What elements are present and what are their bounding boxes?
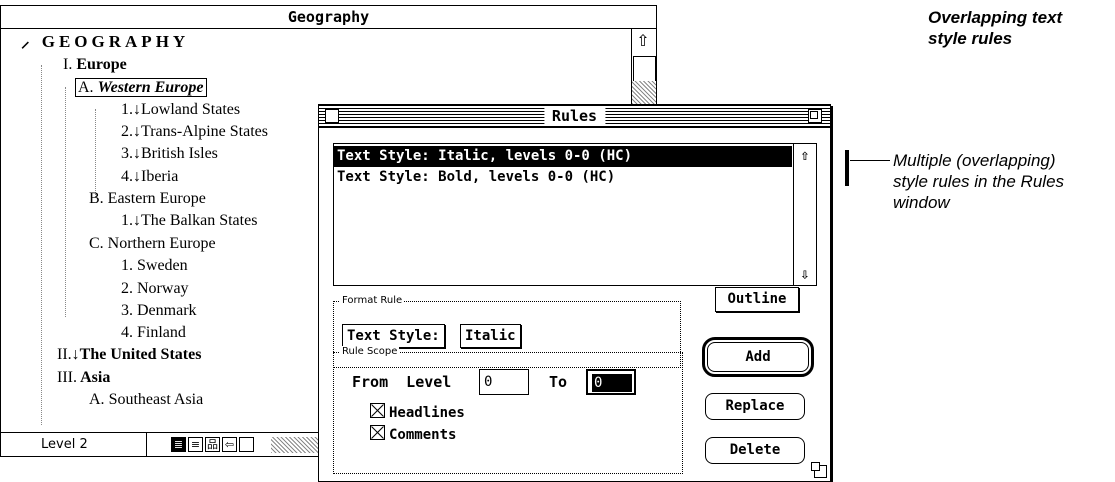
rules-title-bar[interactable]: Rules xyxy=(319,105,830,128)
group-label: Format Rule xyxy=(340,295,405,307)
blank-view-icon[interactable] xyxy=(239,437,254,452)
headlines-checkbox[interactable]: Headlines xyxy=(370,403,465,421)
outline-row[interactable]: 3. Denmark xyxy=(121,300,197,322)
outline-row[interactable]: I. Europe xyxy=(63,54,127,76)
outline-row[interactable]: II.↓The United States xyxy=(57,344,201,366)
outline-row[interactable]: 3.↓British Isles xyxy=(121,143,218,165)
callout-text: Multiple (overlapping) style rules in th… xyxy=(893,151,1065,212)
close-box-icon[interactable] xyxy=(325,109,339,123)
view-mode-icons: ≣ ≡ 品 ⇦ xyxy=(171,437,254,452)
to-label: To xyxy=(549,373,568,391)
style-value-popup[interactable]: Italic xyxy=(460,324,521,348)
checkbox-checked-icon[interactable] xyxy=(370,403,385,418)
document-view-icon[interactable]: ≡ xyxy=(188,437,203,452)
rules-window: Rules Text Style: Italic, levels 0-0 (HC… xyxy=(318,104,831,482)
outline-guide-line xyxy=(65,87,66,317)
selected-headline: A. Western Europe xyxy=(75,78,207,97)
callout-leader-line xyxy=(850,160,890,161)
rule-scope-group: Rule Scope From Level 0 To 0 Headlines C… xyxy=(333,346,683,474)
checkbox-checked-icon[interactable] xyxy=(370,425,385,440)
up-arrow-icon[interactable]: ⇧ xyxy=(796,146,814,164)
rules-list-scrollbar[interactable]: ⇧ ⇩ xyxy=(793,144,816,285)
outline-guide-line xyxy=(41,65,42,425)
outline-row[interactable]: 1.↓The Balkan States xyxy=(121,210,257,232)
window-title: Geography xyxy=(287,8,370,26)
zoom-box-icon[interactable] xyxy=(808,109,822,123)
outline-row[interactable]: 4. Finland xyxy=(121,322,186,344)
outline-row[interactable]: C. Northern Europe xyxy=(89,233,216,255)
outline-row-root[interactable]: ⸝ GEOGRAPHY xyxy=(21,31,189,53)
geography-title-bar[interactable]: Geography xyxy=(1,6,656,29)
outline-row[interactable]: B. Eastern Europe xyxy=(89,188,206,210)
outline-row-selected[interactable]: A. Western Europe xyxy=(75,77,207,99)
window-title: Rules xyxy=(543,106,606,126)
down-arrow-icon[interactable]: ⇩ xyxy=(796,265,814,283)
scroll-thumb[interactable] xyxy=(633,56,656,82)
callout-bracket xyxy=(845,150,849,186)
text-style-popup[interactable]: Text Style: xyxy=(342,324,445,348)
rule-list-item[interactable]: Text Style: Bold, levels 0-0 (HC) xyxy=(334,167,792,188)
outline-row[interactable]: 1.↓Lowland States xyxy=(121,99,240,121)
to-level-field[interactable]: 0 xyxy=(586,369,636,395)
from-level-label: From Level xyxy=(352,373,452,391)
status-divider xyxy=(146,433,147,457)
outline-button[interactable]: Outline xyxy=(715,287,799,312)
outline-guide-line xyxy=(95,109,96,197)
from-level-field[interactable]: 0 xyxy=(479,369,529,395)
replace-button[interactable]: Replace xyxy=(705,393,805,420)
up-arrow-icon[interactable]: ⇧ xyxy=(634,32,652,50)
rules-list[interactable]: Text Style: Italic, levels 0-0 (HC) Text… xyxy=(333,143,817,286)
delete-button[interactable]: Delete xyxy=(705,437,805,464)
rule-list-item[interactable]: Text Style: Italic, levels 0-0 (HC) xyxy=(334,146,792,167)
outline-view-icon[interactable]: ≣ xyxy=(171,437,186,452)
horizontal-scroll-track[interactable] xyxy=(271,437,319,453)
outline-row[interactable]: 1. Sweden xyxy=(121,255,188,277)
outline-row[interactable]: 2. Norway xyxy=(121,278,189,300)
group-label: Rule Scope xyxy=(340,346,400,358)
to-level-value: 0 xyxy=(592,374,632,392)
collapse-marker-icon: ⸝ xyxy=(21,32,34,51)
outline-row[interactable]: III. Asia xyxy=(57,367,110,389)
tree-view-icon[interactable]: 品 xyxy=(205,437,220,452)
add-button[interactable]: Add xyxy=(702,337,814,377)
figure-caption: Overlapping text style rules xyxy=(928,8,1063,48)
outline-row[interactable]: 4.↓Iberia xyxy=(121,166,178,188)
resize-grow-box-icon[interactable] xyxy=(811,462,827,478)
back-arrow-icon[interactable]: ⇦ xyxy=(222,437,237,452)
outline-row[interactable]: 2.↓Trans-Alpine States xyxy=(121,121,268,143)
outline-row[interactable]: A. Southeast Asia xyxy=(89,389,203,411)
level-indicator: Level 2 xyxy=(41,437,88,452)
comments-checkbox[interactable]: Comments xyxy=(370,425,456,443)
